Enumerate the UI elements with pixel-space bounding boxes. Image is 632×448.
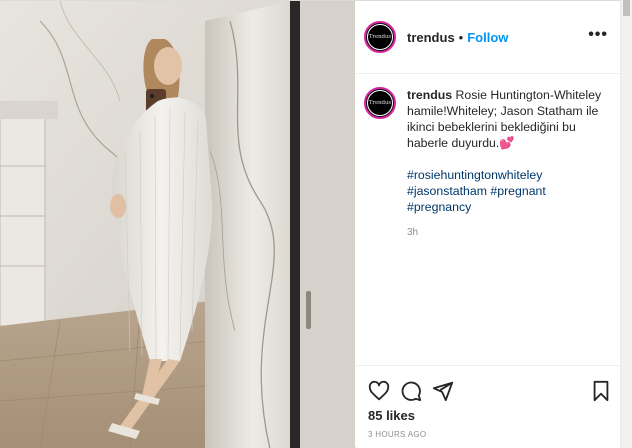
bookmark-icon[interactable]: [590, 380, 612, 407]
header-separator: •: [458, 29, 464, 45]
avatar-logo-text: Trendus: [367, 90, 393, 116]
hashtag-link[interactable]: #pregnancy: [407, 199, 614, 215]
hashtag-link: #jasonstatham #pregnant: [407, 183, 614, 199]
actions-section: 85 likes 3 HOURS AGO: [356, 365, 620, 448]
more-options-icon[interactable]: •••: [588, 27, 608, 43]
hashtag-link[interactable]: #pregnant: [490, 184, 545, 198]
page-scrollbar[interactable]: [620, 0, 632, 448]
caption-username[interactable]: trendus: [407, 88, 452, 102]
post-image[interactable]: [0, 1, 355, 448]
author-avatar[interactable]: Trendus: [364, 21, 396, 53]
post-card: Trendus trendus • Follow ••• Trendus tre…: [0, 0, 620, 448]
follow-button[interactable]: Follow: [467, 30, 508, 45]
author-username[interactable]: trendus: [407, 30, 455, 45]
likes-count[interactable]: 85 likes: [368, 408, 415, 423]
hashtag-link[interactable]: #rosiehuntingtonwhiteley: [407, 167, 614, 183]
caption-block: Trendus trendus Rosie Huntington-Whitele…: [364, 87, 616, 241]
action-bar: [368, 380, 614, 404]
post-timestamp[interactable]: 3 HOURS AGO: [368, 430, 426, 439]
hashtag-list: #rosiehuntingtonwhiteley #jasonstatham #…: [407, 167, 614, 215]
post-header: Trendus trendus • Follow •••: [356, 1, 620, 74]
caption-body: trendus Rosie Huntington-Whiteley hamile…: [407, 87, 614, 241]
caption-avatar[interactable]: Trendus: [364, 87, 396, 119]
comment-icon[interactable]: [400, 380, 422, 407]
hashtag-link[interactable]: #jasonstatham: [407, 184, 487, 198]
share-icon[interactable]: [432, 380, 454, 407]
post-sidebar: Trendus trendus • Follow ••• Trendus tre…: [356, 1, 620, 448]
avatar-logo-text: Trendus: [367, 24, 393, 50]
caption-relative-time[interactable]: 3h: [407, 225, 614, 241]
scrollbar-thumb[interactable]: [623, 0, 630, 16]
photo-illustration: [0, 1, 355, 448]
heart-icon[interactable]: [368, 380, 390, 407]
